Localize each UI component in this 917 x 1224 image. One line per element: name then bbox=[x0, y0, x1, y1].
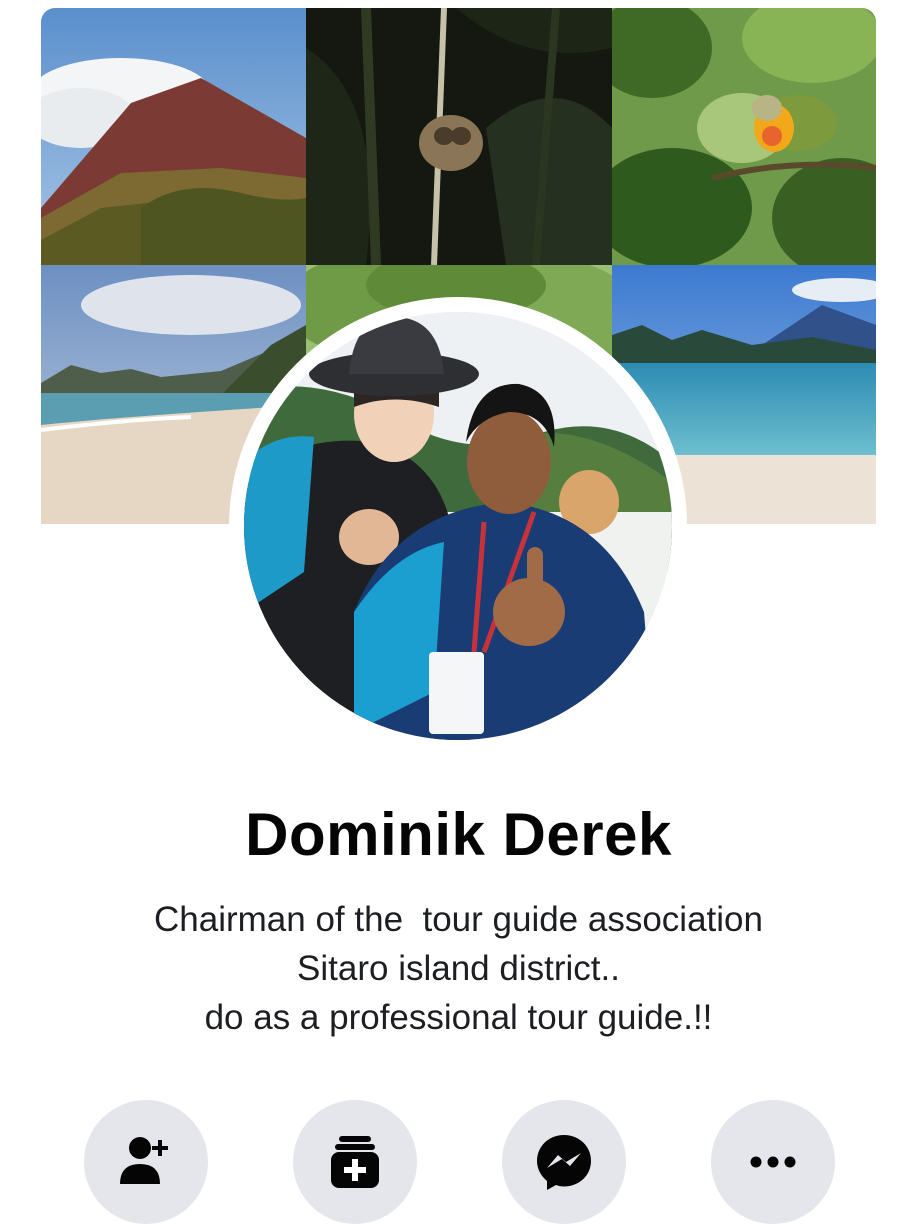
more-dots-icon bbox=[749, 1155, 797, 1169]
profile-bio: Chairman of the tour guide association S… bbox=[0, 895, 917, 1042]
messenger-icon bbox=[533, 1131, 595, 1193]
person-add-icon bbox=[116, 1132, 176, 1192]
cover-tile-volcano bbox=[41, 8, 306, 265]
profile-name: Dominik Derek bbox=[245, 801, 672, 868]
profile-picture[interactable] bbox=[244, 312, 672, 740]
more-options-button[interactable] bbox=[711, 1100, 835, 1224]
message-button[interactable] bbox=[502, 1100, 626, 1224]
bio-line-2: Sitaro island district.. bbox=[297, 949, 620, 988]
cover-tile-bird bbox=[612, 8, 876, 265]
bio-line-3: do as a professional tour guide.!! bbox=[204, 998, 713, 1037]
add-friend-button[interactable] bbox=[84, 1100, 208, 1224]
cover-tile-tarsier bbox=[306, 8, 612, 265]
story-add-icon bbox=[325, 1132, 385, 1192]
add-to-story-button[interactable] bbox=[293, 1100, 417, 1224]
profile-actions bbox=[0, 1100, 917, 1224]
bio-line-1: Chairman of the tour guide association bbox=[154, 900, 763, 939]
